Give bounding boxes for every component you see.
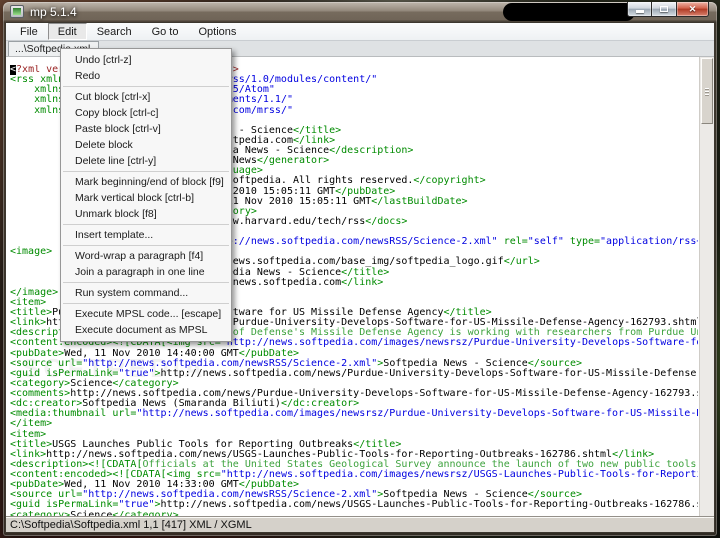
menu-item-mark-beginning-end-of-block-f9[interactable]: Mark beginning/end of block [f9] xyxy=(61,174,231,190)
menu-separator xyxy=(63,171,229,172)
scrollbar-thumb[interactable] xyxy=(701,58,713,124)
redaction-blob xyxy=(503,3,635,21)
scrollbar-grip-icon xyxy=(705,88,709,96)
menu-item-cut-block-ctrl-x[interactable]: Cut block [ctrl-x] xyxy=(61,89,231,105)
menu-item-insert-template[interactable]: Insert template... xyxy=(61,227,231,243)
code-line: <media:thumbnail url="http://news.softpe… xyxy=(10,408,698,420)
menu-separator xyxy=(63,303,229,304)
status-bar: C:\Softpedia\Softpedia.xml 1,1 [417] XML… xyxy=(6,516,714,532)
menu-item-undo-ctrl-z[interactable]: Undo [ctrl-z] xyxy=(61,52,231,68)
menu-item-unmark-block-f8[interactable]: Unmark block [f8] xyxy=(61,206,231,222)
menu-item-copy-block-ctrl-c[interactable]: Copy block [ctrl-c] xyxy=(61,105,231,121)
menubar-item-edit[interactable]: Edit xyxy=(47,23,87,40)
menu-item-delete-block[interactable]: Delete block xyxy=(61,137,231,153)
menubar-item-go-to[interactable]: Go to xyxy=(142,23,189,40)
menu-item-delete-line-ctrl-y[interactable]: Delete line [ctrl-y] xyxy=(61,153,231,169)
menu-separator xyxy=(63,86,229,87)
menu-item-paste-block-ctrl-v[interactable]: Paste block [ctrl-v] xyxy=(61,121,231,137)
code-line: </item> xyxy=(10,418,53,430)
code-line: <category>Science</category> xyxy=(10,509,179,516)
menu-item-redo[interactable]: Redo xyxy=(61,68,231,84)
menubar-item-search[interactable]: Search xyxy=(87,23,142,40)
window-controls: ✕ xyxy=(627,2,709,17)
maximize-icon xyxy=(660,6,668,12)
menu-separator xyxy=(63,282,229,283)
menu-item-join-a-paragraph-in-one-line[interactable]: Join a paragraph in one line xyxy=(61,264,231,280)
menu-item-execute-document-as-mpsl[interactable]: Execute document as MPSL xyxy=(61,322,231,338)
maximize-button[interactable] xyxy=(652,2,677,17)
menu-separator xyxy=(63,224,229,225)
title-bar[interactable]: mp 5.1.4 ✕ xyxy=(3,2,717,22)
vertical-scrollbar[interactable] xyxy=(699,57,714,516)
status-text: C:\Softpedia\Softpedia.xml 1,1 [417] XML… xyxy=(10,518,252,531)
window-title: mp 5.1.4 xyxy=(30,5,77,19)
menu-separator xyxy=(63,245,229,246)
app-icon xyxy=(10,5,24,18)
close-button[interactable]: ✕ xyxy=(677,2,709,17)
minimize-button[interactable] xyxy=(627,2,652,17)
menubar-item-options[interactable]: Options xyxy=(188,23,246,40)
app-window: mp 5.1.4 ✕ File Edit Search Go to Options ..… xyxy=(3,2,717,536)
menubar: File Edit Search Go to Options xyxy=(6,23,714,41)
menubar-item-file[interactable]: File xyxy=(10,23,48,40)
menu-item-word-wrap-a-paragraph-f4[interactable]: Word-wrap a paragraph [f4] xyxy=(61,248,231,264)
minimize-icon xyxy=(635,10,644,13)
menu-item-execute-mpsl-code-escape[interactable]: Execute MPSL code... [escape] xyxy=(61,306,231,322)
edit-menu: Undo [ctrl-z] Redo Cut block [ctrl-x] Copy … xyxy=(60,48,232,342)
menu-item-run-system-command[interactable]: Run system command... xyxy=(61,285,231,301)
menu-item-mark-vertical-block-ctrl-b[interactable]: Mark vertical block [ctrl-b] xyxy=(61,190,231,206)
close-icon: ✕ xyxy=(688,3,697,14)
